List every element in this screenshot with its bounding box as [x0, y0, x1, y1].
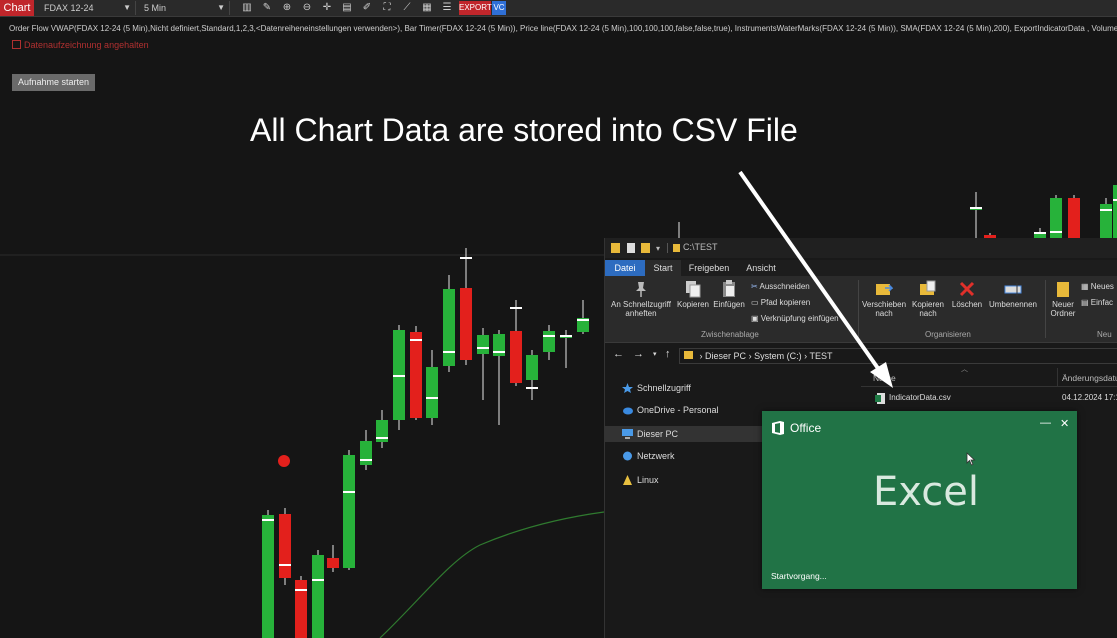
arrowhead-icon: [870, 362, 893, 388]
annotation-arrow: [738, 170, 893, 388]
arrow-shaft: [738, 170, 884, 376]
